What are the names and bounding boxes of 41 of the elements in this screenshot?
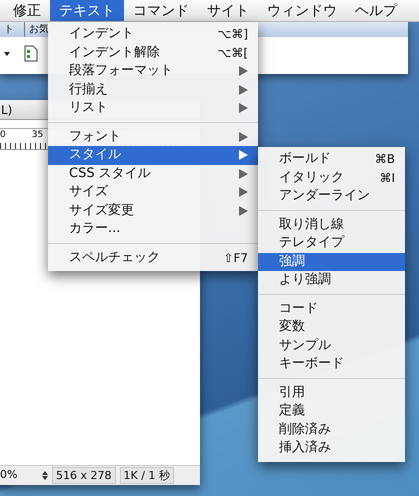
menu-item[interactable]: 変数 [258, 318, 405, 336]
ruler-label: 35 [32, 129, 44, 142]
menu-item[interactable]: ボールド ⌘B [258, 150, 405, 168]
menu-item[interactable]: CSS スタイル [48, 164, 258, 183]
menu-title[interactable]: コマンド [124, 0, 198, 21]
menu-item[interactable]: スペルチェック ⇧F7 [48, 248, 258, 267]
menu-item[interactable]: 強調 [258, 252, 405, 271]
menu-title[interactable]: テキスト [50, 0, 124, 21]
menu-item[interactable]: サンプル [258, 336, 405, 355]
menu-title[interactable]: ウィンドウ [258, 0, 346, 21]
stepper-icon[interactable] [42, 471, 48, 480]
menu-item[interactable]: 定義 [258, 402, 405, 420]
menu-item[interactable]: テレタイプ [258, 234, 405, 252]
menu-title[interactable]: ヘルプ [346, 0, 406, 21]
menu-item[interactable]: 取り消し線 [258, 216, 405, 234]
menu-item[interactable]: インデント解除 ⌥⌘[ [48, 44, 258, 62]
window-title: L) [1, 103, 12, 117]
download-time: 1K / 1 秒 [120, 467, 174, 484]
menu-item[interactable]: コード [258, 300, 405, 318]
menu-item[interactable]: 引用 [258, 384, 405, 402]
menu-item[interactable]: 削除済み [258, 420, 405, 439]
menu-item[interactable]: 挿入済み [258, 439, 405, 458]
page-icon[interactable] [24, 45, 38, 62]
menu-item[interactable]: より強調 [258, 271, 405, 290]
menu-item[interactable]: リスト [48, 99, 258, 118]
zoom-field[interactable]: 0% [0, 467, 38, 484]
menu-item[interactable]: サイズ変更 [48, 202, 258, 220]
menu-item[interactable]: 行揃え [48, 80, 258, 99]
window-size-field[interactable]: 516 x 278 [52, 467, 116, 484]
menu-item[interactable]: アンダーライン [258, 187, 405, 206]
menu-item[interactable]: 段落フォーマット [48, 62, 258, 80]
menu-item[interactable]: カラー... [48, 220, 258, 238]
menu-item[interactable]: イタリック ⌘I [258, 168, 405, 187]
menu-item[interactable]: キーボード [258, 355, 405, 374]
toolbar-tab[interactable]: ト [0, 22, 18, 37]
menu-title[interactable]: サイト [198, 0, 258, 21]
ruler-label: 0 [0, 129, 6, 142]
menu-item[interactable]: スタイル [48, 146, 258, 164]
menu-item[interactable]: サイズ [48, 183, 258, 202]
dropdown-caret-icon[interactable] [4, 52, 10, 56]
menu-title[interactable]: 修正 [4, 0, 50, 21]
